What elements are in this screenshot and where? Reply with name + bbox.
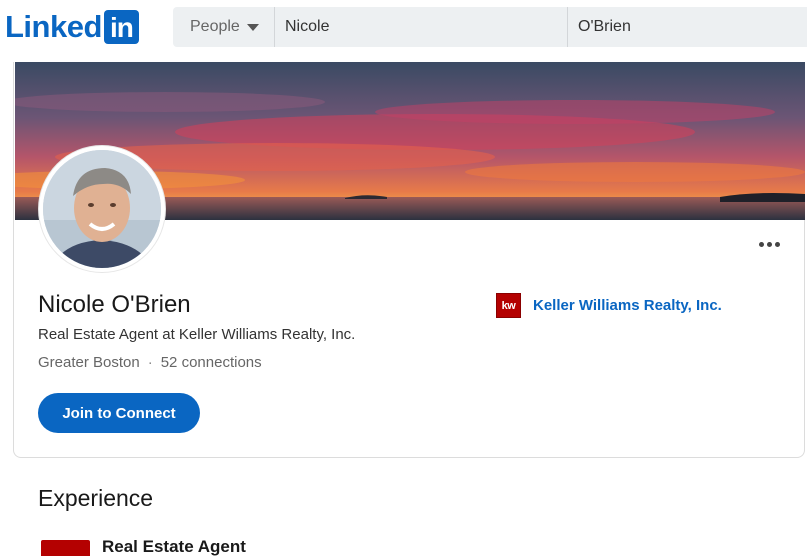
last-name-input[interactable]: O'Brien — [568, 7, 807, 47]
current-company-link[interactable]: kw Keller Williams Realty, Inc. — [496, 293, 722, 318]
profile-name: Nicole O'Brien — [38, 291, 191, 318]
top-bar: Linked in People Nicole O'Brien — [0, 0, 807, 56]
more-options-button[interactable] — [752, 232, 786, 256]
people-search-bar: People Nicole O'Brien — [173, 7, 807, 47]
join-to-connect-button[interactable]: Join to Connect — [38, 393, 200, 433]
experience-role[interactable]: Real Estate Agent — [102, 537, 246, 556]
more-horizontal-icon — [758, 241, 764, 247]
meta-separator: · — [147, 354, 153, 371]
experience-heading: Experience — [38, 485, 154, 511]
company-logo: kw — [496, 293, 521, 318]
experience-company-logo[interactable] — [41, 540, 90, 556]
profile-meta: Greater Boston · 52 connections — [38, 354, 262, 371]
last-name-value: O'Brien — [578, 18, 631, 35]
logo-wordmark: Linked — [5, 9, 102, 44]
search-type-dropdown[interactable]: People — [173, 7, 275, 47]
first-name-value: Nicole — [285, 18, 330, 35]
first-name-input[interactable]: Nicole — [275, 7, 568, 47]
profile-connections: 52 connections — [160, 354, 262, 371]
linkedin-logo[interactable]: Linked in — [5, 9, 139, 45]
profile-card: Nicole O'Brien Real Estate Agent at Kell… — [13, 62, 805, 458]
more-dot — [774, 241, 780, 247]
logo-in-box: in — [103, 10, 139, 44]
more-dot — [766, 241, 772, 247]
search-type-label: People — [190, 18, 240, 35]
profile-headline: Real Estate Agent at Keller Williams Rea… — [38, 326, 356, 343]
profile-avatar[interactable] — [39, 146, 165, 272]
company-name: Keller Williams Realty, Inc. — [533, 297, 722, 314]
profile-location: Greater Boston — [38, 354, 140, 371]
caret-down-icon — [246, 23, 259, 31]
